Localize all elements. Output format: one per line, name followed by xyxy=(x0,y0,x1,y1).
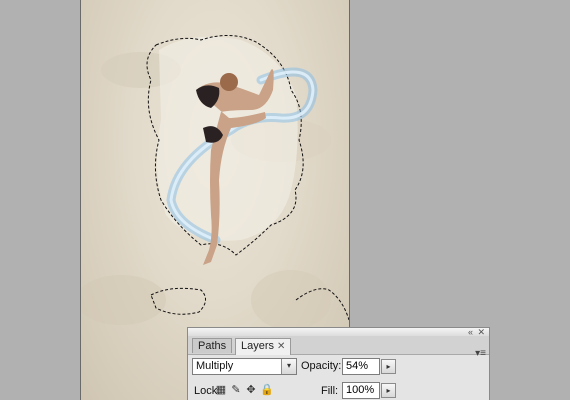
fill-slider-arrow-icon[interactable]: ▸ xyxy=(381,383,396,398)
opacity-value: 54% xyxy=(346,360,369,372)
blend-mode-value: Multiply xyxy=(196,360,234,372)
chevron-down-icon[interactable]: ▾ xyxy=(281,359,296,374)
lock-image-pixels-icon[interactable]: ✎ xyxy=(230,383,242,396)
opacity-input[interactable]: 54% xyxy=(342,358,380,375)
panel-menu-icon[interactable]: ▾≡ xyxy=(475,348,486,359)
lock-all-icon[interactable]: 🔒 xyxy=(260,383,274,396)
blend-mode-select[interactable]: Multiply ▾ xyxy=(192,358,297,375)
opacity-slider-arrow-icon[interactable]: ▸ xyxy=(381,359,396,374)
tab-layers[interactable]: Layers ✕ xyxy=(235,338,291,355)
tab-paths-label: Paths xyxy=(198,340,227,352)
layers-panel: « ✕ Paths Layers ✕ ▾≡ Multiply ▾ Opacity:… xyxy=(187,327,490,400)
panel-tabs: Paths Layers ✕ ▾≡ xyxy=(188,336,489,359)
close-tab-icon[interactable]: ✕ xyxy=(277,341,285,352)
fill-value: 100% xyxy=(346,384,375,396)
fill-input[interactable]: 100% xyxy=(342,382,380,399)
tab-layers-label: Layers xyxy=(241,340,275,352)
tab-paths[interactable]: Paths xyxy=(192,338,232,353)
opacity-label: Opacity: xyxy=(301,360,342,372)
lock-transparent-pixels-icon[interactable]: ▦ xyxy=(215,383,227,396)
lock-position-icon[interactable]: ✥ xyxy=(245,383,257,396)
fill-label: Fill: xyxy=(321,385,339,397)
